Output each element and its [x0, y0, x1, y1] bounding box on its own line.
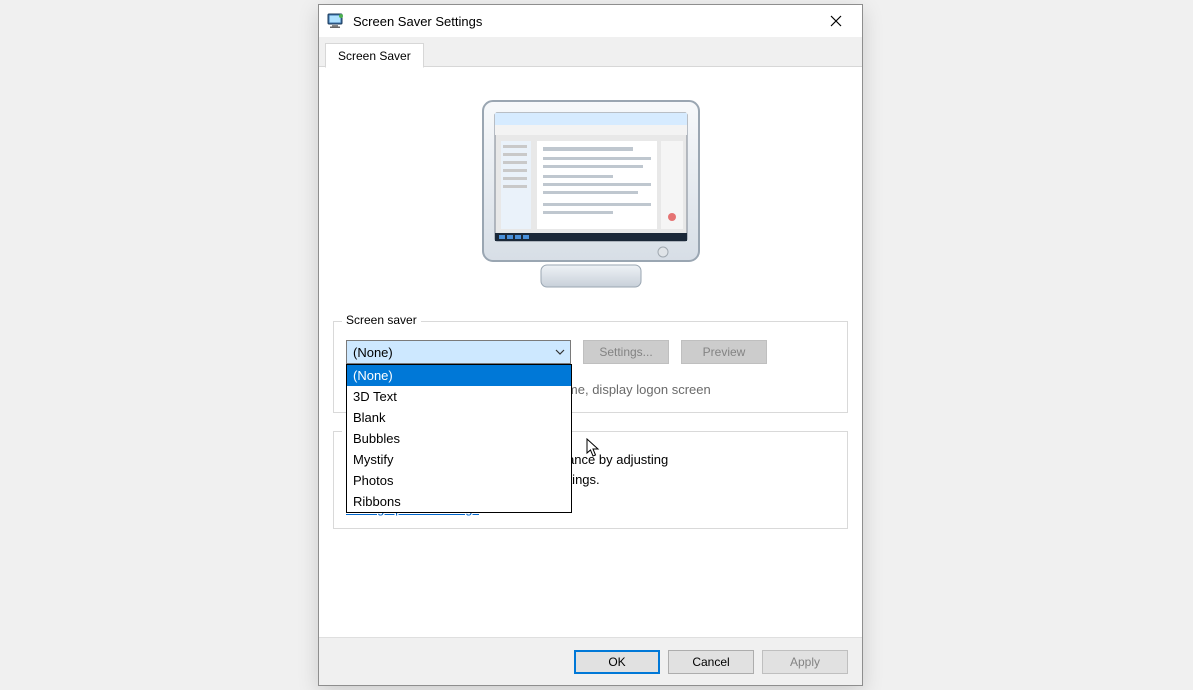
dialog-footer: OK Cancel Apply — [319, 637, 862, 685]
dropdown-option[interactable]: 3D Text — [347, 386, 571, 407]
screensaver-group: Screen saver (None) (None)3D TextBlankBu… — [333, 321, 848, 413]
screen-saver-settings-dialog: Screen Saver Settings Screen Saver — [318, 4, 863, 686]
close-button[interactable] — [813, 7, 858, 35]
apply-button[interactable]: Apply — [762, 650, 848, 674]
tab-screen-saver[interactable]: Screen Saver — [325, 43, 424, 68]
screensaver-legend: Screen saver — [342, 313, 421, 327]
dropdown-option[interactable]: (None) — [347, 365, 571, 386]
titlebar: Screen Saver Settings — [319, 5, 862, 37]
app-icon — [327, 12, 345, 30]
screensaver-dropdown[interactable]: (None)3D TextBlankBubblesMystifyPhotosRi… — [346, 364, 572, 513]
tab-strip: Screen Saver — [319, 37, 862, 67]
tab-label: Screen Saver — [338, 49, 411, 63]
combobox-value: (None) — [353, 345, 393, 360]
dropdown-option[interactable]: Bubbles — [347, 428, 571, 449]
dropdown-option[interactable]: Ribbons — [347, 491, 571, 512]
window-title: Screen Saver Settings — [353, 14, 813, 29]
dropdown-option[interactable]: Photos — [347, 470, 571, 491]
dropdown-option[interactable]: Mystify — [347, 449, 571, 470]
ok-button[interactable]: OK — [574, 650, 660, 674]
monitor-preview — [333, 73, 848, 311]
tab-content: Screen saver (None) (None)3D TextBlankBu… — [319, 67, 862, 529]
settings-button[interactable]: Settings... — [583, 340, 669, 364]
dropdown-option[interactable]: Blank — [347, 407, 571, 428]
chevron-down-icon — [550, 341, 570, 363]
cancel-button[interactable]: Cancel — [668, 650, 754, 674]
screensaver-combobox[interactable]: (None) (None)3D TextBlankBubblesMystifyP… — [346, 340, 571, 364]
preview-button[interactable]: Preview — [681, 340, 767, 364]
